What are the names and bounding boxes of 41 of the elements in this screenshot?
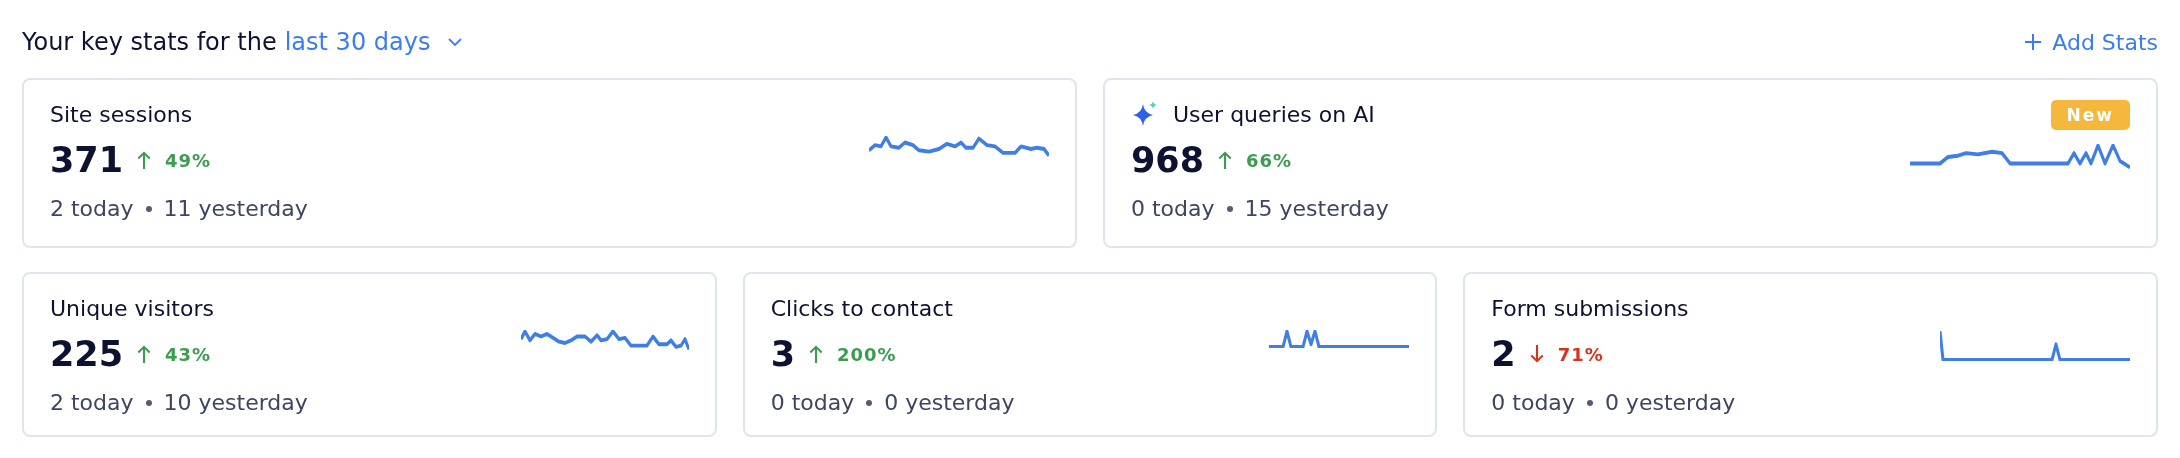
separator-dot [1586,399,1593,406]
stat-card[interactable]: Unique visitors 225 43% 2 today 10 yesterday [22,272,717,437]
yesterday-count: 0 yesterday [1604,390,1736,415]
change-percent: 200% [837,343,897,365]
today-count: 2 today [50,196,134,221]
yesterday-count: 11 yesterday [163,196,308,221]
stat-value: 225 [50,334,124,374]
period-dropdown[interactable]: last 30 days [284,28,463,56]
add-stats-button[interactable]: Add Stats [2024,29,2158,55]
change-percent: 43% [165,343,212,365]
stat-card[interactable]: User queries on AI 968 66% 0 today 15 yesterday New [1103,78,2158,248]
stat-card[interactable]: Form submissions 2 71% 0 today 0 yesterday [1463,272,2158,437]
separator-dot [866,399,873,406]
today-count: 2 today [50,390,134,415]
stat-value: 3 [770,334,795,374]
stat-value: 371 [50,140,124,180]
new-badge: New [2050,100,2130,130]
today-count: 0 today [1491,390,1575,415]
stat-title: Clicks to contact [770,295,953,321]
chevron-down-icon [448,37,463,47]
yesterday-count: 0 yesterday [884,390,1015,415]
stat-title: Site sessions [50,101,193,127]
today-count: 0 today [1131,196,1215,221]
stat-card[interactable]: Clicks to contact 3 200% 0 today 0 yesterday [742,272,1438,437]
stat-title: Unique visitors [50,295,214,321]
today-count: 0 today [770,390,855,415]
stat-value: 968 [1131,140,1205,180]
change-percent: 66% [1246,149,1293,171]
change-percent: 49% [165,149,212,171]
yesterday-count: 15 yesterday [1244,196,1389,221]
plus-icon [2024,33,2043,51]
header-text: Your key stats for the [22,28,277,56]
change-percent: 71% [1557,343,1604,365]
stat-title: Form submissions [1491,295,1689,321]
separator-dot [145,205,152,212]
stat-title: User queries on AI [1173,101,1375,127]
stat-value: 2 [1491,334,1516,374]
separator-dot [145,399,152,406]
yesterday-count: 10 yesterday [163,390,308,415]
separator-dot [1226,205,1233,212]
stat-card[interactable]: Site sessions 371 49% 2 today 11 yesterday [22,78,1077,248]
